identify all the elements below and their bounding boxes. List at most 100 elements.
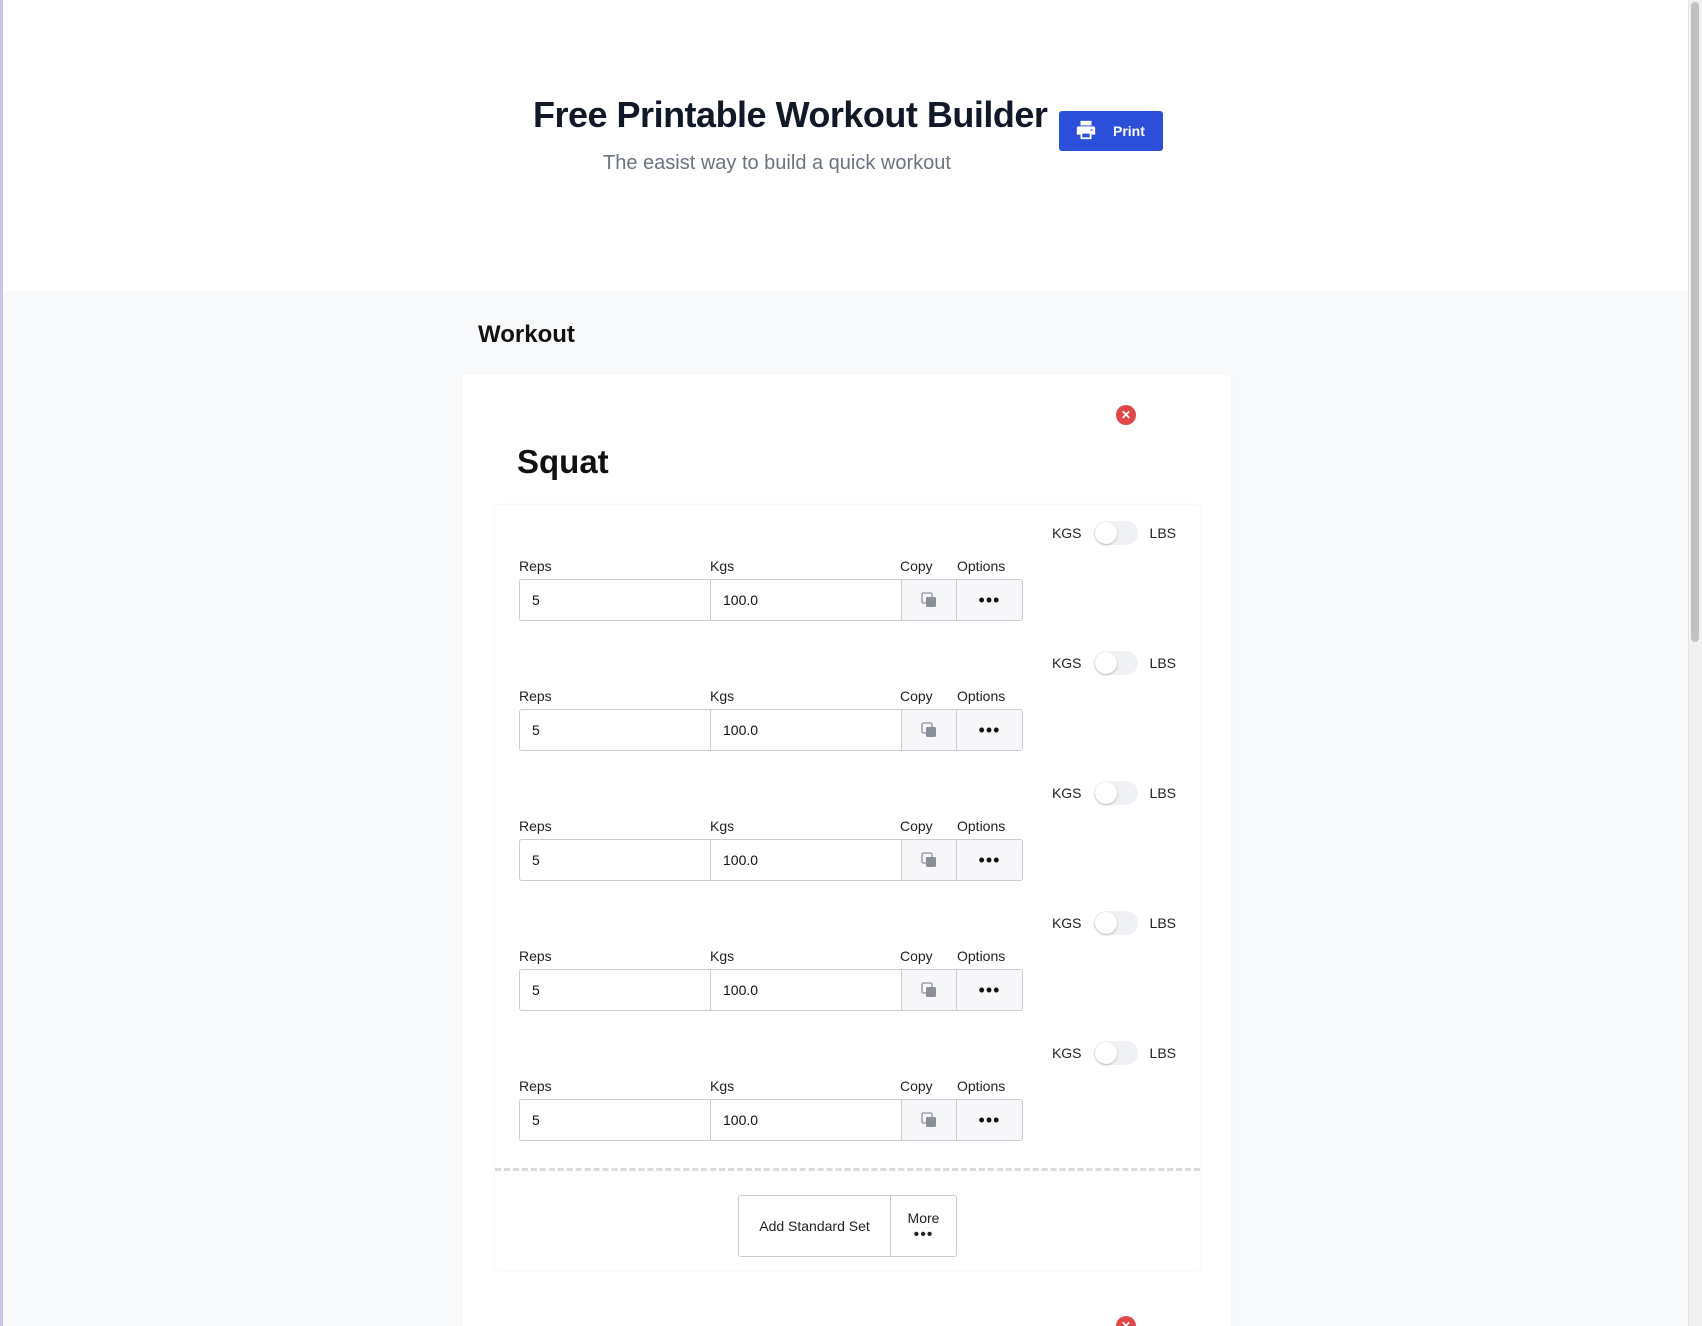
hero-header: Free Printable Workout Builder Print The…: [3, 0, 1688, 291]
switch-knob: [1094, 522, 1117, 544]
kgs-label: Kgs: [710, 558, 735, 574]
unit-lbs-label: LBS: [1149, 525, 1176, 541]
reps-label: Reps: [519, 818, 552, 834]
ellipsis-icon: •••: [978, 589, 1001, 610]
options-label: Options: [957, 688, 1006, 704]
copy-icon: [921, 982, 936, 997]
weight-input[interactable]: 100.0: [711, 840, 902, 880]
options-label: Options: [957, 948, 1006, 964]
unit-switch[interactable]: [1093, 1041, 1138, 1065]
set-row: KGS LBS Reps Kgs Copy Options 5 100.0 ••…: [495, 897, 1200, 1017]
remove-next-exercise-icon[interactable]: ✕: [1116, 1316, 1136, 1326]
weight-input[interactable]: 100.0: [711, 1100, 902, 1140]
reps-label: Reps: [519, 1078, 552, 1094]
copy-label: Copy: [900, 1078, 933, 1094]
unit-toggle: KGS LBS: [1052, 1041, 1176, 1065]
sets-panel: Add Standard Set More ••• KGS LBS Reps K…: [495, 505, 1200, 1270]
set-input-group: 5 100.0 •••: [519, 709, 1023, 751]
reps-label: Reps: [519, 558, 552, 574]
options-label: Options: [957, 1078, 1006, 1094]
remove-exercise-icon[interactable]: ✕: [1116, 405, 1136, 425]
unit-kgs-label: KGS: [1051, 655, 1082, 671]
unit-switch[interactable]: [1093, 911, 1138, 935]
set-input-group: 5 100.0 •••: [519, 579, 1023, 621]
set-input-group: 5 100.0 •••: [519, 1099, 1023, 1141]
kgs-label: Kgs: [710, 1078, 735, 1094]
more-button-label: More: [907, 1210, 940, 1226]
reps-label: Reps: [519, 688, 552, 704]
reps-input[interactable]: 5: [520, 970, 711, 1010]
kgs-label: Kgs: [710, 948, 735, 964]
scrollbar[interactable]: [1688, 0, 1702, 1326]
weight-input[interactable]: 100.0: [711, 710, 902, 750]
copy-label: Copy: [900, 818, 933, 834]
unit-lbs-label: LBS: [1149, 1045, 1176, 1061]
unit-switch[interactable]: [1093, 521, 1138, 545]
copy-icon: [921, 592, 936, 607]
switch-knob: [1094, 782, 1117, 804]
unit-kgs-label: KGS: [1051, 525, 1082, 541]
workout-section-title: Workout: [478, 321, 575, 348]
set-row: KGS LBS Reps Kgs Copy Options 5 100.0 ••…: [495, 1027, 1200, 1147]
page-title: Free Printable Workout Builder: [533, 94, 1048, 135]
exercise-card: ✕ Squat Add Standard Set More ••• KGS LB…: [462, 375, 1231, 1326]
set-options-button[interactable]: •••: [957, 710, 1022, 750]
set-options-button[interactable]: •••: [957, 970, 1022, 1010]
add-standard-set-button[interactable]: Add Standard Set: [739, 1196, 891, 1256]
page-subtitle: The easist way to build a quick workout: [603, 152, 951, 174]
copy-set-button[interactable]: [902, 710, 957, 750]
set-input-group: 5 100.0 •••: [519, 969, 1023, 1011]
add-set-group: Add Standard Set More •••: [738, 1195, 957, 1257]
switch-knob: [1094, 652, 1117, 674]
copy-set-button[interactable]: [902, 970, 957, 1010]
ellipsis-icon: •••: [978, 849, 1001, 870]
reps-input[interactable]: 5: [520, 710, 711, 750]
more-button[interactable]: More •••: [891, 1196, 956, 1256]
copy-set-button[interactable]: [902, 840, 957, 880]
weight-input[interactable]: 100.0: [711, 580, 902, 620]
reps-input[interactable]: 5: [520, 840, 711, 880]
unit-lbs-label: LBS: [1149, 785, 1176, 801]
unit-toggle: KGS LBS: [1052, 911, 1176, 935]
switch-knob: [1094, 1042, 1117, 1064]
scrollbar-thumb[interactable]: [1691, 2, 1699, 642]
copy-icon: [921, 722, 936, 737]
unit-switch[interactable]: [1093, 781, 1138, 805]
set-options-button[interactable]: •••: [957, 580, 1022, 620]
print-button-label: Print: [1113, 123, 1145, 139]
unit-toggle: KGS LBS: [1052, 651, 1176, 675]
copy-icon: [921, 852, 936, 867]
unit-kgs-label: KGS: [1051, 1045, 1082, 1061]
copy-label: Copy: [900, 688, 933, 704]
more-dots-icon: •••: [913, 1226, 934, 1243]
ellipsis-icon: •••: [978, 979, 1001, 1000]
copy-icon: [921, 1112, 936, 1127]
exercise-title: Squat: [517, 443, 609, 480]
set-options-button[interactable]: •••: [957, 840, 1022, 880]
ellipsis-icon: •••: [978, 719, 1001, 740]
kgs-label: Kgs: [710, 688, 735, 704]
weight-input[interactable]: 100.0: [711, 970, 902, 1010]
reps-label: Reps: [519, 948, 552, 964]
printer-icon: [1075, 119, 1097, 144]
set-options-button[interactable]: •••: [957, 1100, 1022, 1140]
set-row: KGS LBS Reps Kgs Copy Options 5 100.0 ••…: [495, 507, 1200, 627]
options-label: Options: [957, 818, 1006, 834]
print-button[interactable]: Print: [1059, 111, 1163, 151]
main-content: Workout ✕ Squat Add Standard Set More ••…: [3, 291, 1688, 1326]
unit-toggle: KGS LBS: [1052, 781, 1176, 805]
copy-label: Copy: [900, 948, 933, 964]
reps-input[interactable]: 5: [520, 1100, 711, 1140]
unit-lbs-label: LBS: [1149, 915, 1176, 931]
unit-lbs-label: LBS: [1149, 655, 1176, 671]
unit-toggle: KGS LBS: [1052, 521, 1176, 545]
copy-set-button[interactable]: [902, 1100, 957, 1140]
kgs-label: Kgs: [710, 818, 735, 834]
set-row: KGS LBS Reps Kgs Copy Options 5 100.0 ••…: [495, 767, 1200, 887]
reps-input[interactable]: 5: [520, 580, 711, 620]
options-label: Options: [957, 558, 1006, 574]
set-row: KGS LBS Reps Kgs Copy Options 5 100.0 ••…: [495, 637, 1200, 757]
unit-switch[interactable]: [1093, 651, 1138, 675]
unit-kgs-label: KGS: [1051, 785, 1082, 801]
copy-set-button[interactable]: [902, 580, 957, 620]
